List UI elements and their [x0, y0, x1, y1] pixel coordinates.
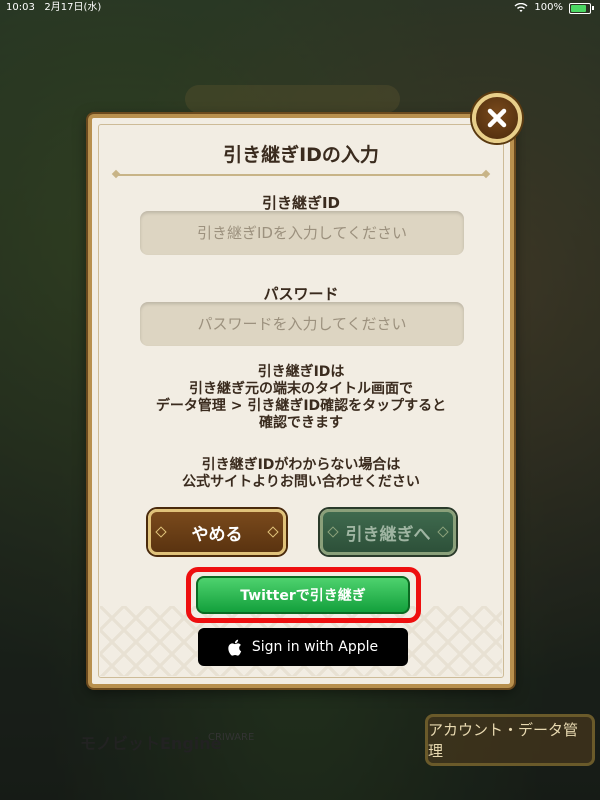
close-icon: [487, 108, 507, 128]
info-line: 確認できます: [259, 415, 343, 431]
help-line: 公式サイトよりお問い合わせください: [182, 474, 420, 490]
status-time: 10:03: [6, 2, 35, 13]
cancel-button-label: やめる: [191, 524, 243, 545]
diamond-ornament: [155, 526, 167, 538]
wifi-icon: [514, 3, 528, 12]
apple-icon: [228, 639, 242, 656]
title-divider: [116, 174, 486, 176]
transfer-next-button[interactable]: 引き継ぎへ: [320, 509, 456, 555]
transfer-next-button-label: 引き継ぎへ: [345, 524, 431, 545]
battery-tip: [592, 6, 594, 10]
battery-percent: 100%: [534, 2, 563, 13]
id-field-label: 引き継ぎID: [261, 194, 341, 212]
dialog-title: 引き継ぎIDの入力: [223, 144, 379, 166]
account-data-button[interactable]: アカウント・データ管理: [425, 714, 595, 766]
status-right: 100%: [514, 0, 594, 16]
info-line: 引き継ぎIDは: [257, 364, 345, 380]
status-left: 10:03 2月17日(水): [6, 0, 101, 16]
cancel-button[interactable]: やめる: [148, 509, 286, 555]
status-date: 2月17日(水): [44, 2, 102, 13]
info-line: データ管理 > 引き継ぎID確認をタップすると: [155, 398, 447, 414]
help-text: 引き継ぎIDがわからない場合は 公式サイトよりお問い合わせください: [92, 457, 510, 491]
battery-icon: [569, 2, 591, 14]
diamond-ornament: [327, 526, 339, 538]
password-input[interactable]: [140, 302, 464, 346]
twitter-button-label: Twitterで引き継ぎ: [240, 588, 366, 604]
info-line: 引き継ぎ元の端末のタイトル画面で: [189, 381, 413, 397]
apple-button-label: Sign in with Apple: [251, 639, 379, 655]
twitter-transfer-button[interactable]: Twitterで引き継ぎ: [196, 576, 410, 614]
sign-in-with-apple-button[interactable]: Sign in with Apple: [198, 628, 408, 666]
engine-logo: モノビットEngine: [80, 734, 222, 753]
help-line: 引き継ぎIDがわからない場合は: [201, 457, 401, 473]
password-field-label: パスワード: [263, 285, 339, 303]
cri-logo: CRIWARE: [208, 732, 255, 743]
transfer-id-input[interactable]: [140, 211, 464, 255]
transfer-dialog: 引き継ぎIDの入力 引き継ぎID パスワード 引き継ぎIDは 引き継ぎ元の端末の…: [88, 114, 514, 688]
diamond-ornament: [267, 526, 279, 538]
close-button[interactable]: [472, 93, 522, 143]
diamond-ornament: [437, 526, 449, 538]
status-bar: 10:03 2月17日(水) 100%: [0, 0, 600, 16]
info-text: 引き継ぎIDは 引き継ぎ元の端末のタイトル画面で データ管理 > 引き継ぎID確…: [92, 364, 510, 432]
